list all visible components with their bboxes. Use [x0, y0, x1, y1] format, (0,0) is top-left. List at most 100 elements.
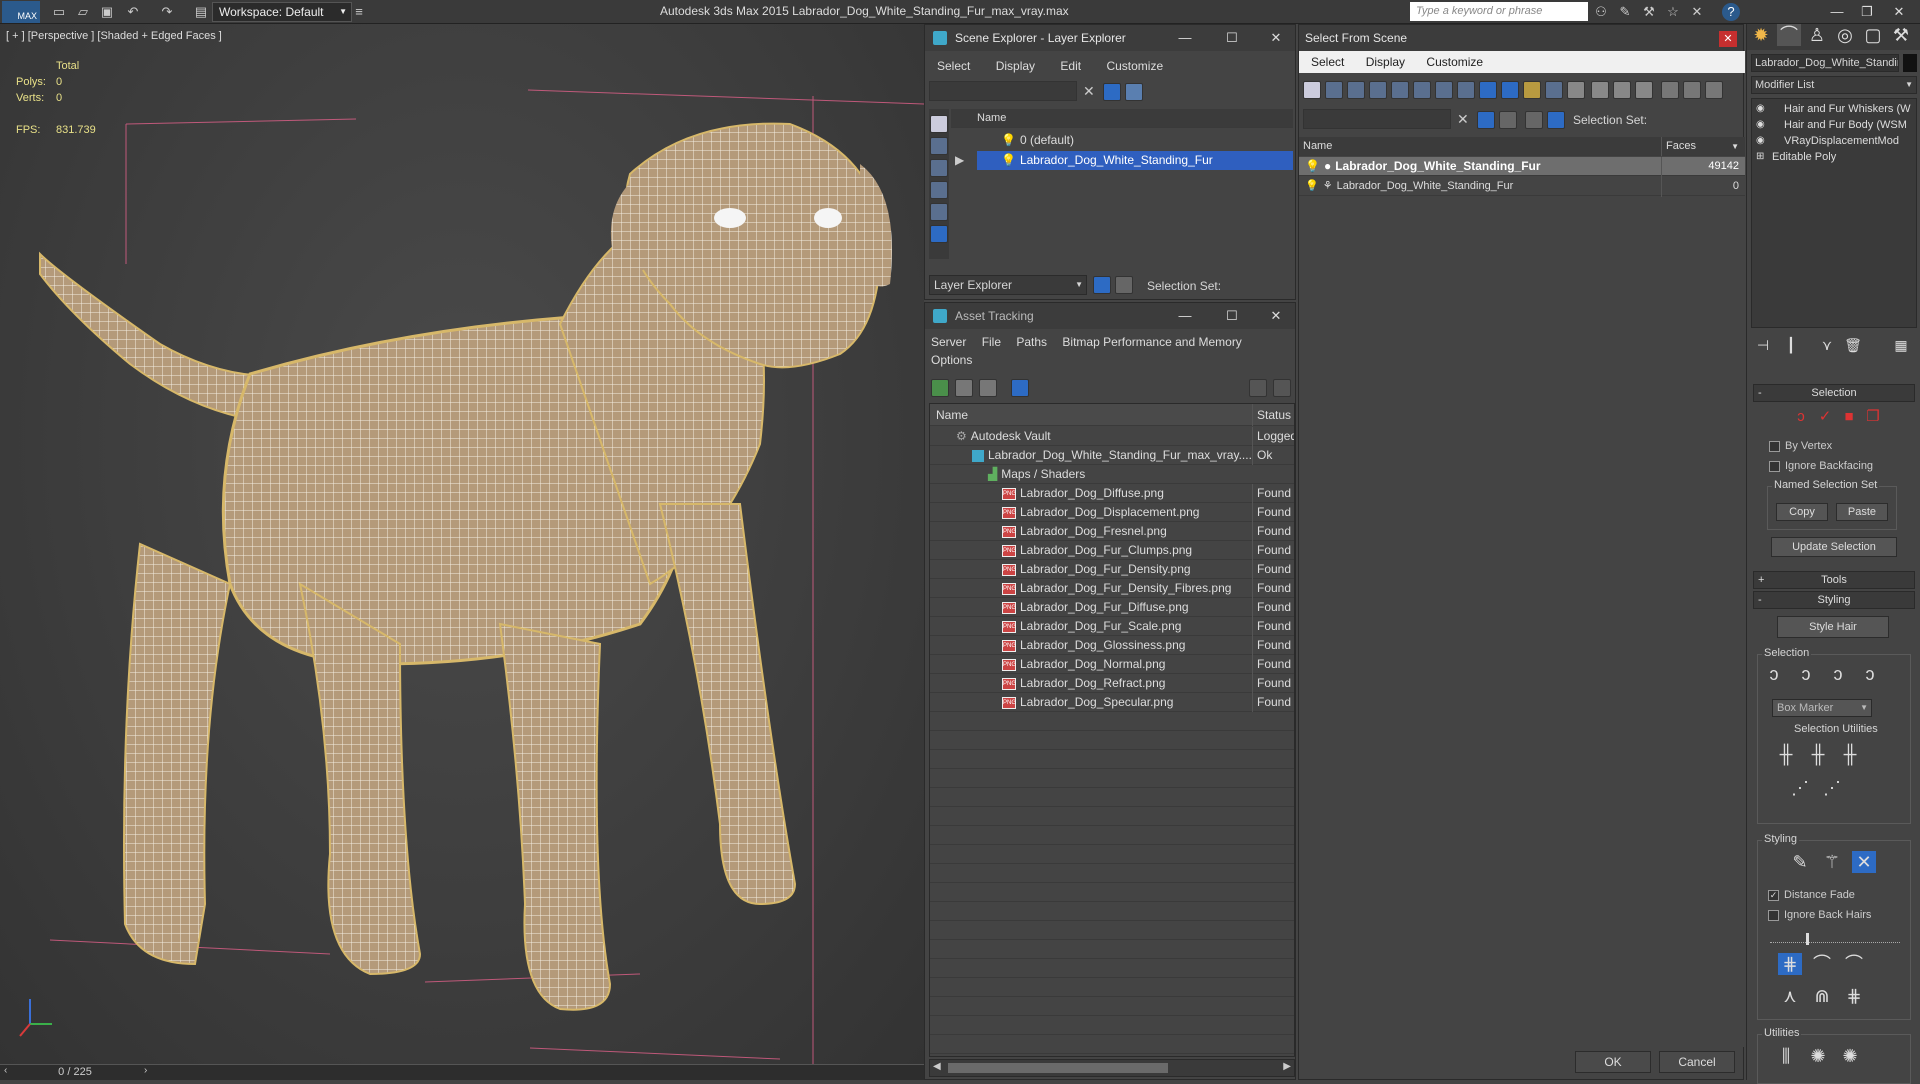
asset-tracking-close[interactable]: ✕: [1261, 306, 1291, 326]
workspace-dropdown[interactable]: Workspace: Default ▼: [212, 2, 352, 22]
select-none-icon[interactable]: [1613, 81, 1631, 99]
binoculars-icon[interactable]: ⚇: [1592, 3, 1610, 21]
asset-row-map[interactable]: PNG Labrador_Dog_Fresnel.png Found: [930, 522, 1294, 541]
status-column-header[interactable]: Status: [1252, 404, 1294, 426]
eye-icon[interactable]: ◉: [1756, 117, 1765, 133]
hair-guides-icon[interactable]: ↄ: [1789, 406, 1813, 428]
stand-hair-icon[interactable]: ⌒: [1810, 953, 1834, 975]
style-hair-button[interactable]: Style Hair: [1777, 616, 1889, 638]
scale-hair-icon[interactable]: ⋕: [1842, 985, 1866, 1007]
hide-selected-hair-icon[interactable]: ⋰: [1788, 777, 1812, 799]
asset-row-file[interactable]: Labrador_Dog_White_Standing_Fur_max_vray…: [930, 446, 1294, 465]
select-from-scene-titlebar[interactable]: Select From Scene: [1299, 25, 1743, 51]
save-file-icon[interactable]: ▣: [98, 3, 116, 21]
motion-tab-icon[interactable]: ◎: [1833, 24, 1857, 46]
asset-row-map[interactable]: PNG Labrador_Dog_Normal.png Found: [930, 655, 1294, 674]
styling-rollout-header[interactable]: - Styling: [1753, 591, 1915, 609]
display-cameras-icon[interactable]: [1391, 81, 1409, 99]
scroll-left-icon[interactable]: ◀: [933, 1061, 941, 1072]
display-frozen-icon[interactable]: [1545, 81, 1563, 99]
scene-explorer-minimize[interactable]: —: [1170, 28, 1200, 48]
select-invert-icon[interactable]: [1635, 81, 1653, 99]
selection-set-icon[interactable]: [1547, 111, 1565, 129]
display-shapes-icon[interactable]: [1347, 81, 1365, 99]
layers-icon[interactable]: [1499, 111, 1517, 129]
menu-options[interactable]: Options: [931, 353, 972, 367]
stack-item-vray-disp[interactable]: ◉ VRayDisplacementMod: [1752, 133, 1916, 149]
remove-modifier-icon[interactable]: 🗑: [1841, 334, 1865, 356]
translate-hair-icon[interactable]: ⋕: [1778, 953, 1802, 975]
display-groups-icon[interactable]: [1457, 81, 1475, 99]
display-helpers-icon[interactable]: [930, 225, 948, 243]
select-all-icon[interactable]: [1591, 81, 1609, 99]
menu-file[interactable]: File: [982, 335, 1001, 349]
list-view-icon[interactable]: [955, 379, 973, 397]
undo-icon[interactable]: ↶: [124, 3, 142, 21]
select-all-hair-icon[interactable]: ╫: [1774, 743, 1798, 765]
create-tab-icon[interactable]: ✹: [1749, 24, 1773, 46]
select-hair-icon[interactable]: ↄ: [1762, 663, 1786, 685]
scroll-right-icon[interactable]: ▶: [1283, 1061, 1291, 1072]
hair-brush-icon[interactable]: ✎: [1788, 851, 1812, 873]
rotate-hair-icon[interactable]: ⋒: [1810, 985, 1834, 1007]
update-selection-button[interactable]: Update Selection: [1771, 537, 1897, 557]
new-file-icon[interactable]: ▭: [50, 3, 68, 21]
display-helpers-icon[interactable]: [1413, 81, 1431, 99]
asset-row-map[interactable]: PNG Labrador_Dog_Specular.png Found: [930, 693, 1294, 712]
display-all-icon[interactable]: [1567, 81, 1585, 99]
display-geometry-icon[interactable]: [1325, 81, 1343, 99]
display-lights-icon[interactable]: [1369, 81, 1387, 99]
layer-explorer-dropdown[interactable]: Layer Explorer ▼: [929, 275, 1087, 295]
asset-row-map[interactable]: PNG Labrador_Dog_Fur_Density_Fibres.png Fo…: [930, 579, 1294, 598]
tip-select-icon[interactable]: ✓: [1813, 406, 1837, 428]
modify-tab-icon[interactable]: ⌒: [1777, 24, 1801, 46]
display-tab-icon[interactable]: ▢: [1861, 24, 1885, 46]
hierarchy-icon[interactable]: [1115, 276, 1133, 294]
pop-zero-icon[interactable]: ✺: [1838, 1045, 1862, 1067]
select-add-icon[interactable]: ↄ: [1794, 663, 1818, 685]
select-intersect-icon[interactable]: ↄ: [1858, 663, 1882, 685]
eye-icon[interactable]: ◉: [1756, 101, 1765, 117]
layer-options-icon[interactable]: [1125, 83, 1143, 101]
select-search-input[interactable]: [1303, 109, 1451, 129]
asset-row-map[interactable]: PNG Labrador_Dog_Fur_Diffuse.png Found: [930, 598, 1294, 617]
layer-row-default[interactable]: 💡 0 (default): [951, 131, 1293, 150]
asset-row-map[interactable]: PNG Labrador_Dog_Fur_Clumps.png Found: [930, 541, 1294, 560]
display-bones-icon[interactable]: [1501, 81, 1519, 99]
overflow-icon[interactable]: ≡: [350, 3, 368, 21]
sort-icon[interactable]: [1683, 81, 1701, 99]
asset-grid-scrollbar[interactable]: ◀ ▶: [929, 1059, 1295, 1077]
stack-item-body[interactable]: ◉ Hair and Fur Body (WSM: [1752, 117, 1916, 133]
make-unique-icon[interactable]: ⋎: [1815, 334, 1839, 356]
redo-icon[interactable]: ↷: [158, 3, 176, 21]
select-whole-icon[interactable]: ■: [1837, 406, 1861, 428]
selection-rollout-header[interactable]: - Selection: [1753, 384, 1915, 402]
signin-icon[interactable]: ⚒: [1640, 3, 1658, 21]
menu-customize[interactable]: Customize: [1106, 59, 1163, 73]
help-icon[interactable]: [1249, 379, 1267, 397]
scroll-thumb[interactable]: [948, 1063, 1168, 1073]
object-name-field[interactable]: Labrador_Dog_White_Standin: [1751, 54, 1899, 72]
asset-row-map[interactable]: PNG Labrador_Dog_Fur_Scale.png Found: [930, 617, 1294, 636]
columns-icon[interactable]: [1705, 81, 1723, 99]
clear-search-icon[interactable]: ✕: [1457, 111, 1469, 128]
pop-selected-icon[interactable]: ✺: [1806, 1045, 1830, 1067]
select-from-scene-close[interactable]: ✕: [1719, 31, 1737, 47]
asset-row-map[interactable]: PNG Labrador_Dog_Fur_Density.png Found: [930, 560, 1294, 579]
scene-explorer-close[interactable]: ✕: [1261, 28, 1291, 48]
asset-tracking-maximize[interactable]: ☐: [1217, 306, 1247, 326]
select-hair-groups-icon[interactable]: ╫: [1806, 743, 1830, 765]
pin-stack-icon[interactable]: ⊣: [1751, 334, 1775, 356]
time-slider[interactable]: ‹ 0 / 225 ›: [0, 1064, 924, 1080]
table-view-icon[interactable]: [1011, 379, 1029, 397]
project-folder-icon[interactable]: ▤: [192, 3, 210, 21]
star-icon[interactable]: ☆: [1664, 3, 1682, 21]
clear-search-icon[interactable]: ✕: [1083, 83, 1095, 100]
display-none-icon[interactable]: [1303, 81, 1321, 99]
asset-row-map[interactable]: PNG Labrador_Dog_Refract.png Found: [930, 674, 1294, 693]
menu-select[interactable]: Select: [937, 59, 970, 73]
search-input[interactable]: Type a keyword or phrase: [1410, 2, 1588, 21]
utilities-tab-icon[interactable]: ⚒: [1889, 24, 1913, 46]
slider-thumb[interactable]: [1806, 933, 1809, 945]
display-none-icon[interactable]: [930, 115, 948, 133]
